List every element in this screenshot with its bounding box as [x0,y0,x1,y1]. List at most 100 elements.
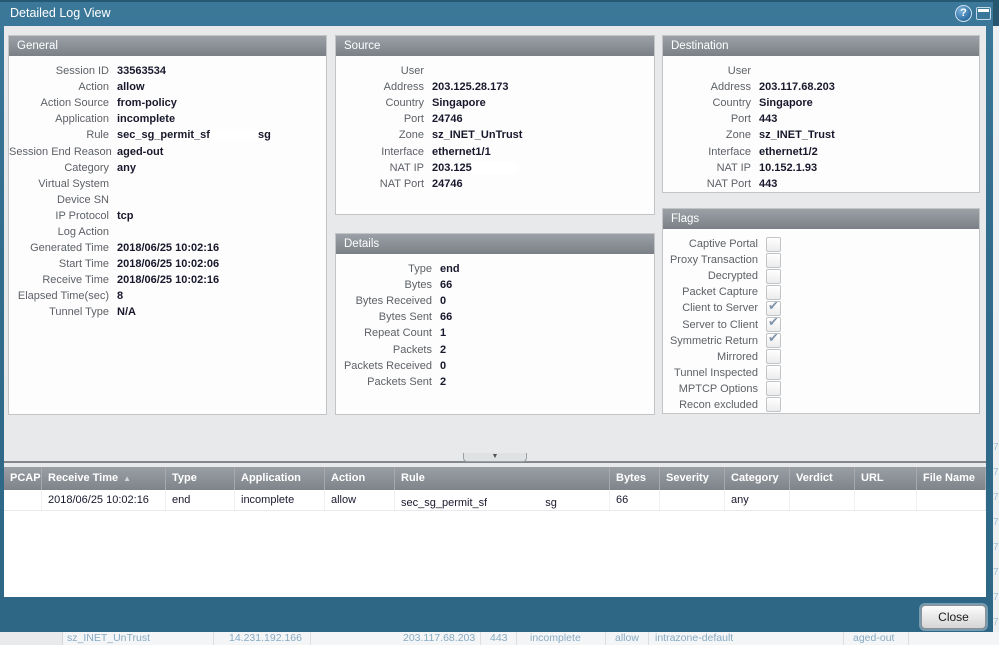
flag-row-recon-excluded: Recon excluded [663,397,979,413]
field-value: 2 [440,376,446,388]
field-value: 203.125.28.173 [432,81,508,93]
background-column-divider [310,632,311,645]
background-edge-text: 7 [993,617,999,628]
field-row-nat-port: NAT Port24746 [336,176,654,192]
field-label: NAT IP [663,162,759,174]
checkbox-unchecked[interactable] [766,381,781,396]
field-label: Application [9,113,117,125]
cell-receive-time: 2018/06/25 10:02:16 [42,490,166,510]
field-label: Country [336,97,432,109]
field-value: 24746 [432,113,463,125]
field-value: allow [117,81,145,93]
cell-text: allow [331,494,356,506]
background-edge-text: 7 [993,467,999,478]
column-header-bytes[interactable]: Bytes [610,467,660,490]
detailed-log-view-dialog: Detailed Log View ? General Session ID33… [0,0,993,632]
field-row-user: User [336,63,654,79]
field-row-country: CountrySingapore [663,95,979,111]
field-row-application: Applicationincomplete [9,111,326,127]
field-label: Rule [9,129,117,141]
background-edge-text: 7 [993,567,999,578]
cell-text: incomplete [241,494,294,506]
panel-general: General Session ID33563534ActionallowAct… [8,35,327,415]
field-row-nat-ip: NAT IP10.152.1.93 [663,160,979,176]
cell-file-name [917,490,986,510]
cell-text-2: sg [545,497,557,509]
splitter-handle[interactable]: ▼ [463,453,527,462]
field-label: Bytes Sent [336,311,440,323]
column-header-verdict[interactable]: Verdict [790,467,855,490]
log-row[interactable]: 2018/06/25 10:02:16end incomplete allow sec… [4,490,986,511]
field-row-session-end-reason: Session End Reasonaged-out [9,143,326,159]
field-value: any [117,162,136,174]
field-row-ip-protocol: IP Protocoltcp [9,208,326,224]
field-label: Action [9,81,117,93]
cell-bytes: 66 [610,490,660,510]
column-header-application[interactable]: Application [235,467,325,490]
field-row-port: Port443 [663,111,979,127]
field-value: sz_INET_UnTrust [432,129,522,141]
field-row-session-id: Session ID33563534 [9,63,326,79]
field-label: Tunnel Type [9,306,117,318]
background-row-text: aged-out [853,632,894,645]
checkbox-unchecked[interactable] [766,349,781,364]
help-icon[interactable]: ? [955,5,972,22]
field-label: Bytes [336,279,440,291]
checkbox-unchecked[interactable] [766,253,781,268]
panel-details-header: Details [336,234,654,254]
panel-destination-header: Destination [663,36,979,56]
field-label: Repeat Count [336,327,440,339]
field-label: Country [663,97,759,109]
column-header-receive-time[interactable]: Receive Time▲ [42,467,166,490]
checkbox-unchecked[interactable] [766,269,781,284]
cell-text: sec_sg_permit_sf [401,497,487,509]
column-header-type[interactable]: Type [166,467,235,490]
field-value: 443 [759,113,777,125]
background-column-divider [648,632,649,645]
column-header-severity[interactable]: Severity [660,467,725,490]
field-row-repeat-count: Repeat Count1 [336,325,654,341]
field-row-user: User [663,63,979,79]
column-header-file-name[interactable]: File Name [917,467,986,490]
cell-rule: sec_sg_permit_sf sg [395,490,610,510]
field-label: Address [663,81,759,93]
panel-destination: Destination UserAddress203.117.68.203Cou… [662,35,980,193]
column-header-action[interactable]: Action [325,467,395,490]
flag-label: Mirrored [663,351,766,363]
column-header-category[interactable]: Category [725,467,790,490]
background-row-text: allow [615,632,639,645]
close-button[interactable]: Close [921,605,986,629]
panel-flags-header: Flags [663,209,979,229]
field-label: Packets Sent [336,376,440,388]
dialog-titlebar: Detailed Log View ? [0,2,993,26]
cell-text: any [731,494,749,506]
field-row-address: Address203.125.28.173 [336,79,654,95]
checkmark-icon: ✔ [768,330,779,346]
column-header-url[interactable]: URL [855,467,917,490]
field-label: Generated Time [9,242,117,254]
field-row-packets: Packets2 [336,341,654,357]
checkbox-unchecked[interactable] [766,397,781,412]
dialog-title: Detailed Log View [10,6,111,20]
field-row-generated-time: Generated Time2018/06/25 10:02:16 [9,240,326,256]
flag-row-server-to-client: Server to Client✔ [663,316,979,332]
field-label: Virtual System [9,178,117,190]
field-label: NAT Port [663,178,759,190]
background-column-divider [213,632,214,645]
background-column-divider [516,632,517,645]
redacted-area [472,162,517,174]
cell-type: end [166,490,235,510]
popout-icon[interactable] [976,7,991,20]
flag-row-mptcp-options: MPTCP Options [663,381,979,397]
cell-application: incomplete [235,490,325,510]
field-value: sec_sg_permit_sf [117,129,210,141]
column-header-pcap[interactable]: PCAP [4,467,42,490]
checkbox-unchecked[interactable] [766,237,781,252]
field-row-packets-sent: Packets Sent2 [336,374,654,390]
checkbox-unchecked[interactable] [766,365,781,380]
field-label: Zone [336,129,432,141]
checkbox-checked[interactable]: ✔ [766,333,781,348]
column-header-label: Type [172,472,197,484]
column-header-rule[interactable]: Rule [395,467,610,490]
field-row-category: Categoryany [9,160,326,176]
